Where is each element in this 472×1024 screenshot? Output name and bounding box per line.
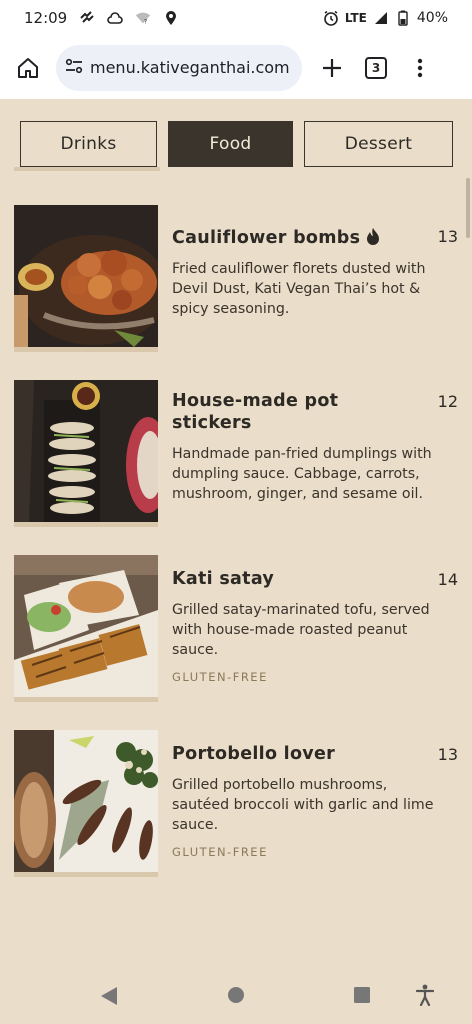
item-price: 13 <box>437 227 458 246</box>
home-icon <box>18 57 38 78</box>
address-bar[interactable]: menu.kativeganthai.com <box>56 44 302 91</box>
svg-text:?: ? <box>144 18 147 25</box>
recents-button[interactable] <box>353 986 371 1008</box>
item-photo-potstickers <box>14 380 158 522</box>
desc-line: spicy seasoning. <box>172 301 290 317</box>
photo-shadow <box>14 522 158 527</box>
item-name: House-made pot stickers <box>172 390 430 434</box>
browser-toolbar: menu.kativeganthai.com 3 <box>0 36 472 99</box>
more-vert-icon <box>417 58 423 77</box>
alarm-icon <box>323 10 339 26</box>
battery-level: 40% <box>416 10 448 26</box>
item-description: Fried cauliflower florets dusted with De… <box>172 259 462 319</box>
back-icon <box>101 987 117 1005</box>
wifi-icon: ? <box>135 10 151 26</box>
desc-line: Grilled portobello mushrooms, <box>172 777 388 793</box>
location-icon <box>163 10 179 26</box>
dietary-tag: GLUTEN-FREE <box>172 845 268 859</box>
system-nav-bar <box>0 968 472 1024</box>
notification-icon <box>79 10 95 26</box>
desc-line: Fried cauliflower florets dusted with <box>172 261 426 277</box>
desc-line: sauce. <box>172 817 219 833</box>
menu-item[interactable]: House-made pot stickers 12 Handmade pan-… <box>14 380 460 530</box>
square-recents-icon <box>354 987 370 1003</box>
tab-switcher-button[interactable]: 3 <box>360 52 392 84</box>
menu-item[interactable]: Portobello lover 13 Grilled portobello m… <box>14 730 460 880</box>
circle-home-icon <box>228 987 244 1003</box>
tab-count: 3 <box>365 56 387 79</box>
accessibility-icon <box>415 984 435 1007</box>
tab-drinks[interactable]: Drinks <box>20 121 157 167</box>
name-line: House-made pot <box>172 391 339 411</box>
category-tabs: Drinks Food Dessert <box>0 99 472 171</box>
item-name: Kati satay <box>172 569 275 589</box>
network-type: LTE <box>344 11 367 25</box>
photo-shadow <box>14 872 158 877</box>
item-description: Grilled portobello mushrooms, sautéed br… <box>172 775 462 835</box>
name-line: stickers <box>172 413 252 433</box>
item-name: Portobello lover <box>172 744 336 764</box>
url-text: menu.kativeganthai.com <box>90 58 290 77</box>
site-settings-icon[interactable] <box>64 56 84 80</box>
tab-dessert[interactable]: Dessert <box>304 121 453 167</box>
home-nav-button[interactable] <box>227 986 245 1008</box>
dietary-tag: GLUTEN-FREE <box>172 670 268 684</box>
menu-item[interactable]: Cauliflower bombs 13 Fried cauliflower f… <box>14 205 460 355</box>
signal-icon <box>373 10 389 26</box>
home-button[interactable] <box>12 52 44 84</box>
item-description: Handmade pan-fried dumplings with dumpli… <box>172 444 462 504</box>
menu-button[interactable] <box>404 52 436 84</box>
status-time: 12:09 <box>24 9 68 27</box>
item-price: 13 <box>437 745 458 764</box>
item-description: Grilled satay-marinated tofu, served wit… <box>172 600 462 660</box>
desc-line: Grilled satay-marinated tofu, served <box>172 602 430 618</box>
tab-food[interactable]: Food <box>168 121 293 167</box>
photo-shadow <box>14 347 158 352</box>
desc-line: sautéed broccoli with garlic and lime <box>172 797 434 813</box>
new-tab-button[interactable] <box>316 52 348 84</box>
desc-line: Handmade pan-fried dumplings with <box>172 446 432 462</box>
item-photo-satay <box>14 555 158 697</box>
desc-line: Devil Dust, Kati Vegan Thai’s hot & <box>172 281 421 297</box>
item-name: Cauliflower bombs <box>172 227 430 251</box>
tab-divider <box>14 167 160 171</box>
cloud-icon <box>107 10 123 26</box>
spicy-icon <box>366 227 380 251</box>
desc-line: mushroom, ginger, and sesame oil. <box>172 486 423 502</box>
desc-line: with house-made roasted peanut <box>172 622 408 638</box>
item-price: 14 <box>437 570 458 589</box>
item-photo-portobello <box>14 730 158 872</box>
desc-line: sauce. <box>172 642 219 658</box>
status-bar: 12:09 ? LTE 40% <box>0 0 472 36</box>
photo-shadow <box>14 697 158 702</box>
scrollbar[interactable] <box>466 178 470 238</box>
item-photo-cauliflower <box>14 205 158 347</box>
menu-item[interactable]: Kati satay 14 Grilled satay-marinated to… <box>14 555 460 705</box>
item-price: 12 <box>437 392 458 411</box>
battery-icon <box>395 10 411 26</box>
plus-icon <box>323 58 341 77</box>
back-button[interactable] <box>100 986 118 1010</box>
desc-line: dumpling sauce. Cabbage, carrots, <box>172 466 420 482</box>
accessibility-button[interactable] <box>415 984 435 1010</box>
